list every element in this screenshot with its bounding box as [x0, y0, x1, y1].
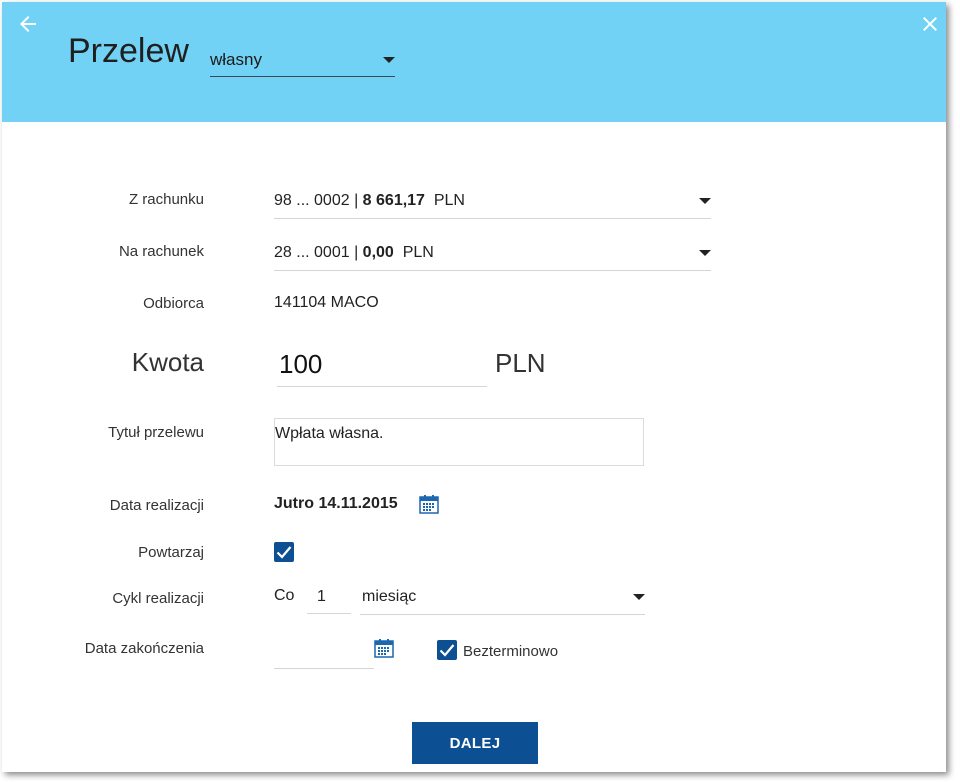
chevron-down-icon: [383, 57, 395, 63]
back-button[interactable]: [16, 12, 40, 36]
cycle-count-input[interactable]: [307, 580, 351, 614]
to-account-balance: 0,00: [362, 244, 394, 261]
amount-input[interactable]: [277, 342, 487, 387]
from-account-number: 98 ... 0002 |: [274, 192, 363, 209]
title-label: Tytuł przelewu: [108, 424, 204, 441]
end-date-input[interactable]: [274, 634, 374, 669]
transfer-dialog: Przelew własny Z rachunku 98 ... 0002 | …: [2, 2, 946, 772]
page-title: Przelew: [68, 32, 189, 70]
recipient-value: 141104 MACO: [274, 294, 379, 311]
to-account-currency: PLN: [402, 244, 434, 261]
check-icon: [276, 546, 292, 559]
cycle-prefix: Co: [274, 587, 295, 604]
transfer-type-select[interactable]: własny: [210, 44, 395, 77]
to-account-value: 28 ... 0001 | 0,00 PLN: [274, 244, 434, 262]
to-account-select[interactable]: 28 ... 0001 | 0,00 PLN: [274, 236, 711, 271]
cycle-unit-value: miesiąc: [362, 588, 417, 605]
chevron-down-icon: [699, 250, 711, 256]
execution-date-value: Jutro 14.11.2015: [274, 495, 398, 512]
close-button[interactable]: [918, 12, 942, 36]
cycle-unit-select[interactable]: miesiąc: [360, 580, 645, 615]
chevron-down-icon: [699, 198, 711, 204]
dialog-header: Przelew własny: [2, 2, 946, 122]
indefinite-checkbox[interactable]: [437, 640, 457, 660]
transfer-type-value: własny: [210, 50, 262, 69]
from-account-select[interactable]: 98 ... 0002 | 8 661,17 PLN: [274, 184, 711, 219]
calendar-icon[interactable]: [419, 495, 439, 514]
close-icon: [923, 17, 937, 31]
amount-currency: PLN: [495, 348, 546, 378]
end-date-label: Data zakończenia: [84, 640, 204, 657]
amount-label: Kwota: [131, 347, 204, 377]
transfer-title-input[interactable]: Wpłata własna.: [274, 418, 644, 466]
execution-date-label: Data realizacji: [109, 497, 204, 514]
calendar-icon[interactable]: [374, 639, 394, 658]
indefinite-label: Bezterminowo: [463, 643, 559, 660]
from-account-value: 98 ... 0002 | 8 661,17 PLN: [274, 192, 465, 210]
chevron-down-icon: [633, 594, 645, 600]
repeat-checkbox[interactable]: [274, 542, 294, 562]
from-account-balance: 8 661,17: [362, 192, 425, 209]
arrow-left-icon: [20, 16, 36, 32]
next-button[interactable]: DALEJ: [412, 722, 538, 764]
from-account-label: Z rachunku: [128, 191, 204, 208]
repeat-label: Powtarzaj: [138, 544, 204, 561]
to-account-number: 28 ... 0001 |: [274, 244, 363, 261]
recipient-label: Odbiorca: [143, 295, 204, 312]
to-account-label: Na rachunek: [118, 243, 204, 260]
check-icon: [439, 644, 455, 657]
cycle-label: Cykl realizacji: [112, 590, 204, 607]
from-account-currency: PLN: [433, 192, 465, 209]
